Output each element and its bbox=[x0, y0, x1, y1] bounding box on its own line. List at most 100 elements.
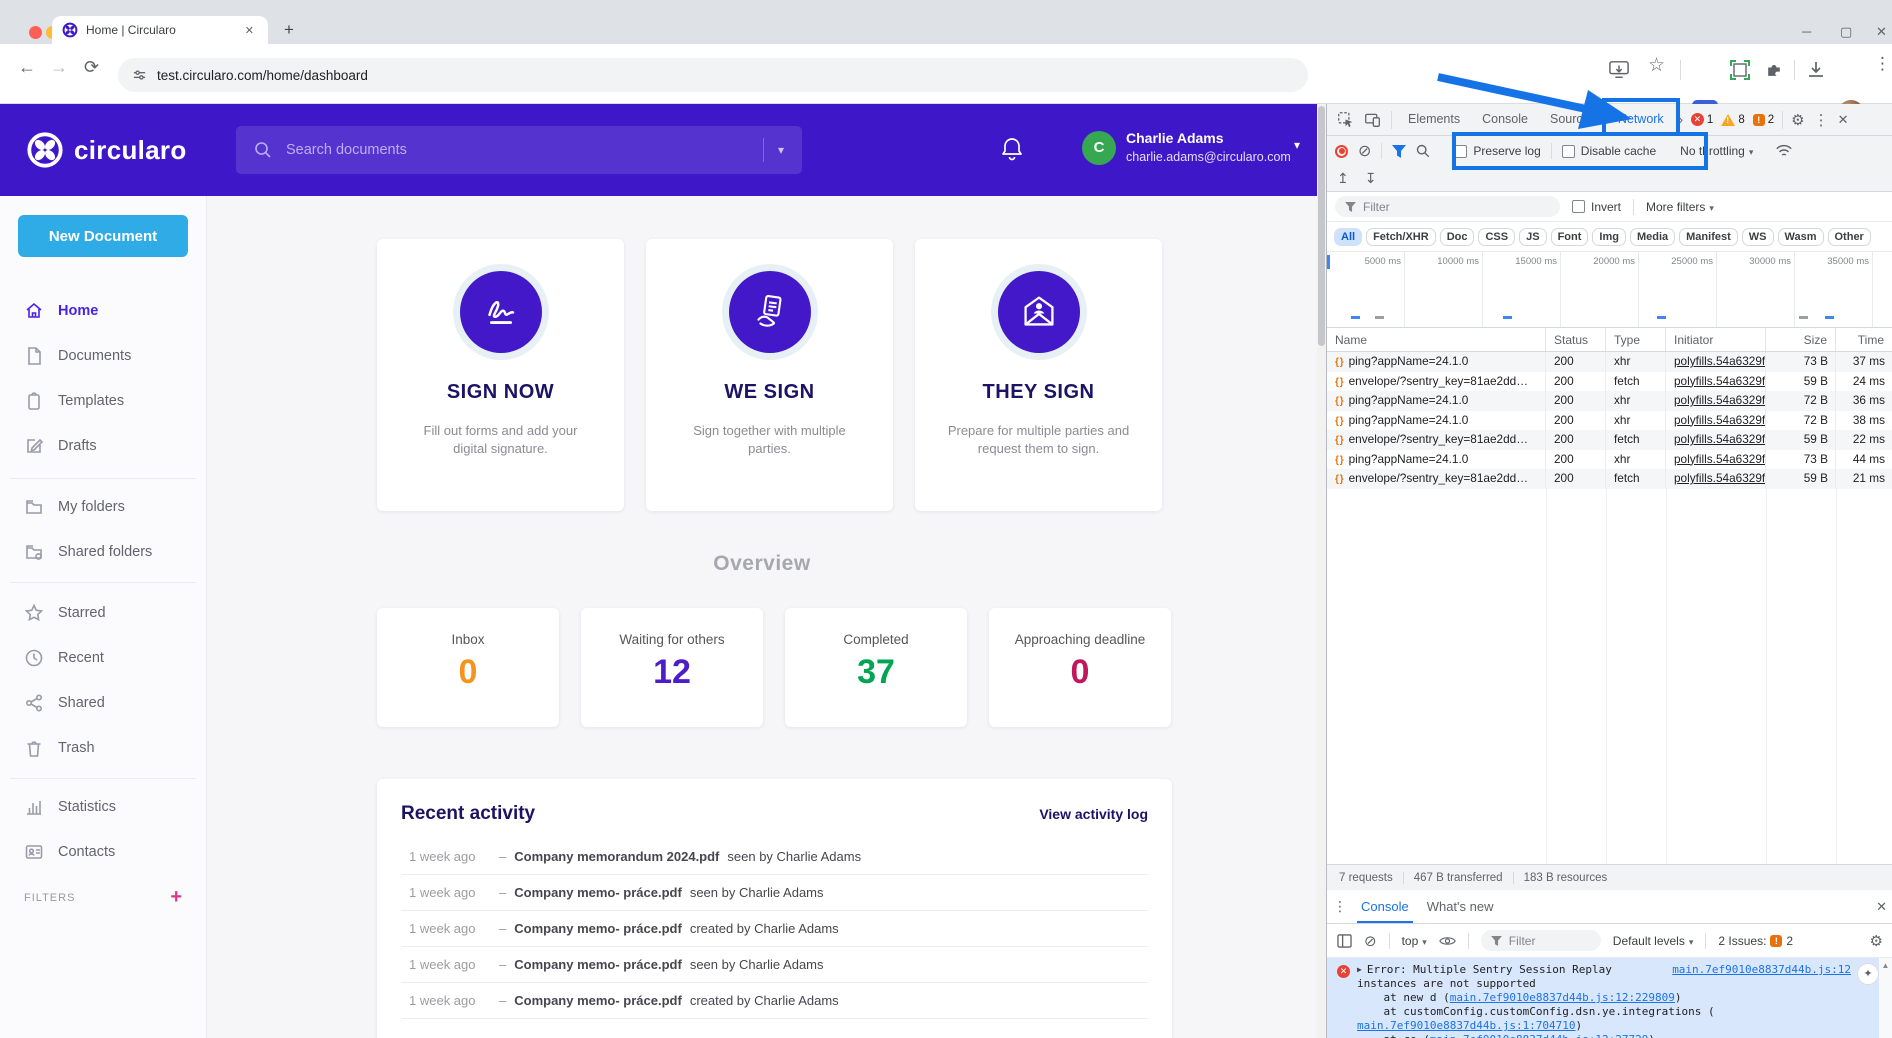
forward-button[interactable]: → bbox=[50, 58, 68, 76]
network-overview-timeline[interactable]: 5000 ms 10000 ms 15000 ms 20000 ms 25000… bbox=[1327, 252, 1892, 328]
activity-file[interactable]: Company memo- práce.pdf bbox=[514, 993, 682, 1008]
log-levels-dropdown[interactable]: Default levels▾ bbox=[1613, 934, 1694, 948]
sidebar-item-recent[interactable]: Recent bbox=[0, 635, 206, 680]
invert-filter-checkbox[interactable]: Invert bbox=[1572, 200, 1621, 214]
traffic-light-close-icon[interactable] bbox=[29, 26, 42, 39]
issues-counter[interactable]: 2 Issues: ! 2 bbox=[1718, 934, 1793, 948]
console-error-entry[interactable]: ✕ ▶ Error: Multiple Sentry Session Repla… bbox=[1327, 958, 1892, 1038]
window-minimize-icon[interactable]: ─ bbox=[1802, 24, 1811, 40]
request-name[interactable]: { }envelope/?sentry_key=81ae2dd… bbox=[1327, 430, 1546, 450]
request-initiator-link[interactable]: polyfills.54a6329f5 bbox=[1666, 430, 1766, 450]
request-type-chip[interactable]: Doc bbox=[1440, 228, 1475, 246]
downloads-icon[interactable] bbox=[1806, 60, 1826, 80]
tab-close-icon[interactable]: ✕ bbox=[241, 22, 258, 39]
address-bar[interactable]: test.circularo.com/home/dashboard bbox=[118, 58, 1308, 92]
sidebar-item-my-folders[interactable]: My folders bbox=[0, 484, 206, 529]
they-sign-card[interactable]: THEY SIGN Prepare for multiple parties a… bbox=[915, 239, 1162, 511]
search-filter-dropdown[interactable]: ▾ bbox=[763, 138, 784, 162]
request-type-chip[interactable]: Fetch/XHR bbox=[1366, 228, 1436, 246]
record-network-log-icon[interactable] bbox=[1335, 145, 1348, 158]
network-table-header[interactable]: Name Status Type Initiator Size Time bbox=[1327, 328, 1892, 352]
site-info-icon[interactable] bbox=[132, 68, 147, 83]
filter-funnel-icon[interactable] bbox=[1392, 145, 1406, 158]
request-initiator-link[interactable]: polyfills.54a6329f5 bbox=[1666, 372, 1766, 392]
sidebar-item-templates[interactable]: Templates bbox=[0, 378, 206, 423]
new-document-button[interactable]: New Document bbox=[18, 215, 188, 257]
view-activity-log-link[interactable]: View activity log bbox=[1039, 806, 1148, 822]
request-initiator-link[interactable]: polyfills.54a6329f5 bbox=[1666, 352, 1766, 372]
console-filter-input[interactable]: Filter bbox=[1481, 930, 1601, 951]
browser-tab[interactable]: Home | Circularo ✕ bbox=[52, 16, 268, 44]
scroll-up-icon[interactable]: ▲ bbox=[1882, 961, 1890, 970]
request-name[interactable]: { }envelope/?sentry_key=81ae2dd… bbox=[1327, 372, 1546, 392]
activity-row[interactable]: 1 week ago – Company memo- práce.pdf see… bbox=[401, 947, 1148, 983]
activity-row[interactable]: 1 week ago – Company memo- práce.pdf cre… bbox=[401, 983, 1148, 1019]
new-tab-button[interactable]: + bbox=[284, 20, 294, 40]
stack-frame-link[interactable]: main.7ef9010e8837d44b.js:12:27729 bbox=[1430, 1033, 1649, 1038]
network-request-row[interactable]: { }envelope/?sentry_key=81ae2dd… 200 fet… bbox=[1327, 430, 1892, 450]
activity-row[interactable]: 1 week ago – Company memo- práce.pdf cre… bbox=[401, 911, 1148, 947]
warnings-badge[interactable]: !8 bbox=[1721, 114, 1744, 126]
request-name[interactable]: { }envelope/?sentry_key=81ae2dd… bbox=[1327, 469, 1546, 489]
extensions-puzzle-icon[interactable] bbox=[1764, 60, 1784, 80]
request-type-chip[interactable]: WS bbox=[1742, 228, 1774, 246]
window-close-icon[interactable]: ✕ bbox=[1876, 24, 1887, 40]
stack-frame-link[interactable]: main.7ef9010e8837d44b.js:1:704710 bbox=[1357, 1019, 1576, 1032]
drawer-menu-icon[interactable]: ⋮ bbox=[1333, 898, 1347, 915]
activity-file[interactable]: Company memorandum 2024.pdf bbox=[514, 849, 719, 864]
network-request-row[interactable]: { }ping?appName=24.1.0 200 xhr polyfills… bbox=[1327, 411, 1892, 431]
drawer-close-icon[interactable]: ✕ bbox=[1876, 899, 1887, 915]
sidebar-item-statistics[interactable]: Statistics bbox=[0, 784, 206, 829]
sidebar-item-documents[interactable]: Documents bbox=[0, 333, 206, 378]
request-name[interactable]: { }ping?appName=24.1.0 bbox=[1327, 391, 1546, 411]
devtools-tab-elements[interactable]: Elements bbox=[1398, 104, 1470, 135]
drawer-tab-whats-new[interactable]: What's new bbox=[1423, 890, 1498, 923]
export-har-icon[interactable]: ↧ bbox=[1365, 170, 1377, 187]
request-type-chip[interactable]: Media bbox=[1630, 228, 1675, 246]
expand-error-icon[interactable]: ▶ bbox=[1357, 963, 1362, 977]
network-conditions-icon[interactable] bbox=[1775, 144, 1793, 158]
window-maximize-icon[interactable]: ▢ bbox=[1840, 24, 1852, 40]
request-type-chip[interactable]: Manifest bbox=[1679, 228, 1738, 246]
search-input[interactable]: Search documents ▾ bbox=[236, 126, 802, 174]
we-sign-card[interactable]: WE SIGN Sign together with multiple part… bbox=[646, 239, 893, 511]
errors-badge[interactable]: ✕1 bbox=[1691, 113, 1713, 126]
inspect-element-icon[interactable] bbox=[1337, 111, 1354, 128]
user-avatar[interactable]: C bbox=[1082, 131, 1116, 165]
stack-frame-link[interactable]: main.7ef9010e8837d44b.js:12:229809 bbox=[1450, 991, 1675, 1004]
stat-card[interactable]: Completed 37 bbox=[785, 608, 967, 727]
console-scrollbar[interactable]: ▲ bbox=[1879, 958, 1892, 1038]
clear-console-icon[interactable]: ⊘ bbox=[1364, 932, 1377, 950]
console-sidebar-icon[interactable] bbox=[1337, 934, 1352, 948]
back-button[interactable]: ← bbox=[18, 58, 36, 76]
activity-file[interactable]: Company memo- práce.pdf bbox=[514, 957, 682, 972]
activity-row[interactable]: 1 week ago – Company memorandum 2024.pdf… bbox=[401, 839, 1148, 875]
network-request-row[interactable]: { }ping?appName=24.1.0 200 xhr polyfills… bbox=[1327, 450, 1892, 470]
sidebar-item-contacts[interactable]: Contacts bbox=[0, 829, 206, 874]
issues-badge[interactable]: !2 bbox=[1753, 114, 1774, 126]
network-request-row[interactable]: { }envelope/?sentry_key=81ae2dd… 200 fet… bbox=[1327, 372, 1892, 392]
request-initiator-link[interactable]: polyfills.54a6329f5 bbox=[1666, 411, 1766, 431]
install-icon[interactable] bbox=[1608, 60, 1630, 80]
stat-card[interactable]: Approaching deadline 0 bbox=[989, 608, 1171, 727]
add-filter-button[interactable]: + bbox=[170, 886, 182, 909]
console-settings-icon[interactable]: ⚙ bbox=[1870, 932, 1883, 950]
devtools-menu-icon[interactable]: ⋮ bbox=[1814, 111, 1829, 129]
search-network-icon[interactable] bbox=[1416, 144, 1430, 158]
sidebar-item-shared[interactable]: Shared bbox=[0, 680, 206, 725]
error-source-link[interactable]: main.7ef9010e8837d44b.js:12 bbox=[1672, 963, 1851, 977]
page-scrollbar[interactable] bbox=[1317, 104, 1326, 1038]
browser-menu-icon[interactable]: ⋮ bbox=[1874, 54, 1891, 74]
notifications-bell-icon[interactable] bbox=[1000, 136, 1024, 162]
activity-row[interactable]: 1 week ago – Company memo- práce.pdf see… bbox=[401, 875, 1148, 911]
request-type-chip[interactable]: All bbox=[1334, 228, 1362, 246]
devtools-tab-sources[interactable]: Sources bbox=[1540, 104, 1606, 135]
ai-insight-icon[interactable]: ✦ bbox=[1857, 963, 1879, 985]
request-type-chip[interactable]: Other bbox=[1828, 228, 1871, 246]
request-name[interactable]: { }ping?appName=24.1.0 bbox=[1327, 411, 1546, 431]
request-type-chip[interactable]: Font bbox=[1551, 228, 1589, 246]
stat-card[interactable]: Inbox 0 bbox=[377, 608, 559, 727]
clear-network-log-icon[interactable]: ⊘ bbox=[1358, 141, 1371, 161]
network-filter-input[interactable]: Filter bbox=[1335, 196, 1560, 217]
sidebar-item-drafts[interactable]: Drafts bbox=[0, 423, 206, 468]
